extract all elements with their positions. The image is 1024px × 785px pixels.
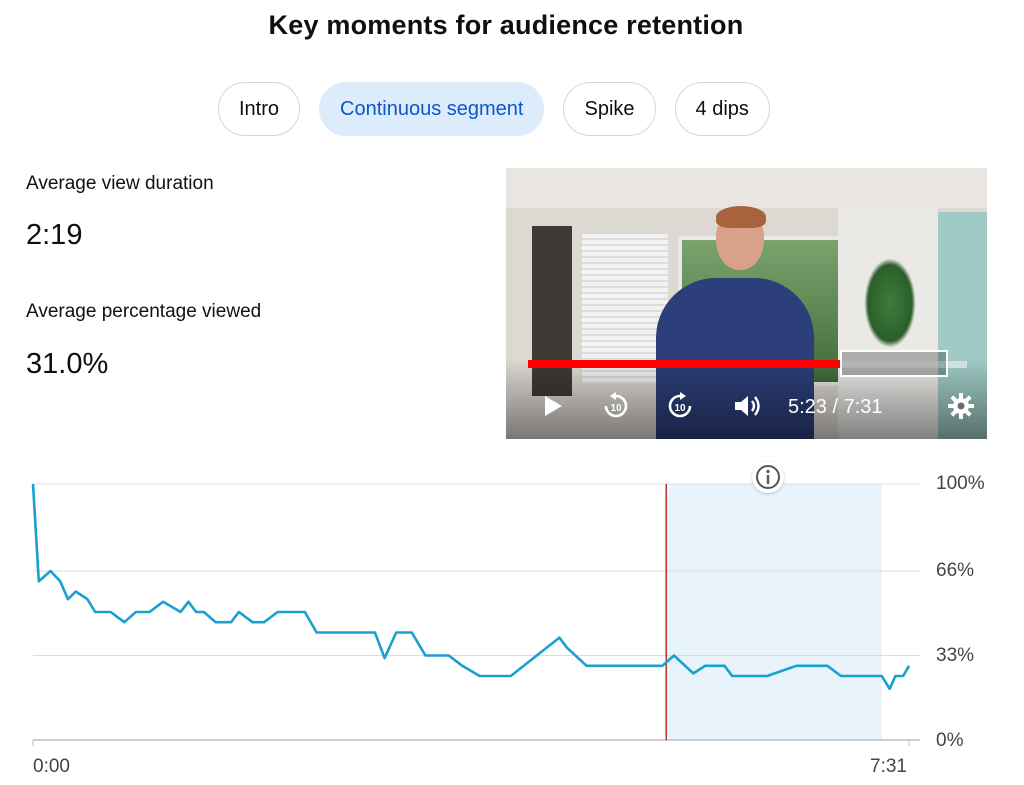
retention-chart[interactable]	[0, 460, 1024, 760]
avg-view-duration-label: Average view duration	[26, 173, 214, 194]
svg-text:10: 10	[674, 403, 686, 414]
info-icon	[756, 465, 780, 489]
svg-text:10: 10	[610, 403, 622, 414]
volume-button[interactable]	[730, 391, 764, 421]
settings-icon	[948, 393, 974, 419]
y-tick-label: 66%	[936, 560, 975, 581]
volume-icon	[735, 396, 760, 416]
avg-percentage-viewed-value: 31.0%	[26, 348, 109, 380]
video-frame-ceiling	[506, 168, 987, 208]
tab-dips[interactable]: 4 dips	[674, 82, 770, 136]
video-frame-plant	[864, 258, 916, 348]
avg-percentage-viewed-label: Average percentage viewed	[26, 301, 262, 322]
y-tick-label: 33%	[936, 645, 975, 666]
play-button[interactable]	[538, 391, 568, 421]
x-tick-label-start: 0:00	[33, 756, 70, 777]
video-frame-person-hair	[716, 206, 766, 228]
y-tick-label: 0%	[936, 730, 964, 751]
tab-intro[interactable]: Intro	[218, 82, 301, 136]
page-title: Key moments for audience retention	[268, 10, 744, 40]
avg-view-duration-value: 2:19	[26, 219, 83, 251]
info-button[interactable]	[752, 461, 784, 493]
tab-continuous-segment[interactable]: Continuous segment	[319, 82, 545, 136]
x-tick-label-end: 7:31	[870, 756, 907, 777]
rewind-10-button[interactable]: 10	[600, 391, 632, 421]
continuous-segment-highlight	[666, 484, 882, 740]
y-tick-label: 100%	[936, 473, 985, 494]
play-icon	[545, 396, 562, 416]
video-progress-played	[528, 360, 842, 368]
rewind-10-icon: 10	[604, 392, 628, 418]
key-moment-tabs: Intro Continuous segment Spike 4 dips	[218, 82, 770, 136]
forward-10-button[interactable]: 10	[664, 391, 696, 421]
video-scrub-preview-handle[interactable]	[840, 350, 948, 377]
forward-10-icon: 10	[668, 392, 692, 418]
settings-button[interactable]	[946, 391, 976, 421]
video-preview[interactable]: 10 10 5:23 / 7:31	[506, 168, 987, 439]
tab-spike[interactable]: Spike	[563, 82, 656, 136]
video-time-display: 5:23 / 7:31	[788, 396, 883, 418]
